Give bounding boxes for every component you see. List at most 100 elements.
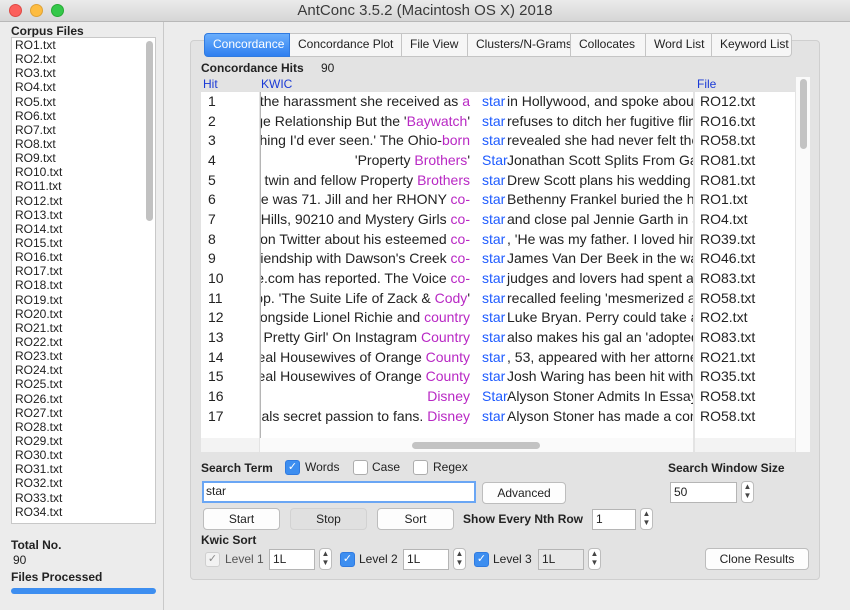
corpus-file-item[interactable]: RO31.txt — [12, 462, 155, 476]
hit-number-cell[interactable]: 16 — [201, 387, 259, 407]
file-cell[interactable]: RO12.txt — [695, 92, 795, 112]
hit-number-cell[interactable]: 7 — [201, 210, 259, 230]
file-cell[interactable]: RO35.txt — [695, 367, 795, 387]
hit-number-cell[interactable]: 9 — [201, 249, 259, 269]
file-column-header[interactable]: File — [697, 77, 716, 91]
corpus-file-item[interactable]: RO19.txt — [12, 293, 155, 307]
kwic-row[interactable]: . He was 71. Jill and her RHONY co-star … — [261, 190, 693, 210]
file-cell[interactable]: RO2.txt — [695, 308, 795, 328]
hit-number-cell[interactable]: 17 — [201, 407, 259, 427]
corpus-file-item[interactable]: RO13.txt — [12, 208, 155, 222]
hit-number-cell[interactable]: 3 — [201, 131, 259, 151]
corpus-file-item[interactable]: RO5.txt — [12, 95, 155, 109]
hit-number-cell[interactable]: 6 — [201, 190, 259, 210]
tab-keyword-list[interactable]: Keyword List — [712, 33, 792, 57]
kwic-scroll-thumb[interactable] — [412, 442, 540, 449]
window-size-stepper[interactable]: ▲ ▼ — [741, 481, 754, 503]
file-cell[interactable]: RO83.txt — [695, 269, 795, 289]
corpus-file-item[interactable]: RO6.txt — [12, 109, 155, 123]
corpus-file-item[interactable]: RO14.txt — [12, 222, 155, 236]
kwic-node-word[interactable]: star — [482, 367, 505, 387]
kwic-row[interactable]: e Real Housewives of Orange County star, … — [261, 348, 693, 368]
corpus-file-item[interactable]: RO24.txt — [12, 363, 155, 377]
tab-file-view[interactable]: File View — [402, 33, 468, 57]
kwic-node-word[interactable]: star — [482, 407, 505, 427]
corpus-file-item[interactable]: RO28.txt — [12, 420, 155, 434]
corpus-file-item[interactable]: RO8.txt — [12, 137, 155, 151]
tab-collocates[interactable]: Collocates — [571, 33, 646, 57]
hit-number-cell[interactable]: 5 — [201, 171, 259, 191]
corpus-file-item[interactable]: RO12.txt — [12, 194, 155, 208]
corpus-file-item[interactable]: RO16.txt — [12, 250, 155, 264]
hit-number-cell[interactable]: 1 — [201, 92, 259, 112]
corpus-file-item[interactable]: RO30.txt — [12, 448, 155, 462]
file-cell[interactable]: RO58.txt — [695, 131, 795, 151]
results-vertical-scrollbar[interactable] — [796, 77, 810, 452]
kwic-row[interactable]: Disney Star Alyson Stoner Admits In Essay… — [261, 387, 693, 407]
corpus-file-item[interactable]: RO29.txt — [12, 434, 155, 448]
kwic-node-word[interactable]: star — [482, 131, 505, 151]
minimize-window-button[interactable] — [30, 4, 43, 17]
kwic-column-header[interactable]: KWIC — [261, 77, 292, 91]
hit-column-header[interactable]: Hit — [203, 77, 218, 91]
kwic-node-word[interactable]: star — [482, 289, 505, 309]
file-cell[interactable]: RO21.txt — [695, 348, 795, 368]
corpus-file-item[interactable]: RO34.txt — [12, 505, 155, 519]
kwic-node-word[interactable]: star — [482, 210, 505, 230]
corpus-file-item[interactable]: RO10.txt — [12, 165, 155, 179]
case-checkbox[interactable] — [353, 460, 368, 475]
hit-number-cell[interactable]: 14 — [201, 348, 259, 368]
level2-stepper[interactable]: ▲ ▼ — [453, 548, 466, 570]
kwic-row[interactable]: alongside Lionel Richie and country star … — [261, 308, 693, 328]
hit-number-column[interactable]: 1 2 3 4 5 6 7 8 9 10 11 12 13 14 15 16 17 — [201, 92, 259, 438]
corpus-file-item[interactable]: RO17.txt — [12, 264, 155, 278]
kwic-node-word[interactable]: star — [482, 92, 505, 112]
level1-stepper[interactable]: ▲ ▼ — [319, 548, 332, 570]
file-cell[interactable]: RO58.txt — [695, 387, 795, 407]
kwic-row[interactable]: e Real Housewives of Orange County star J… — [261, 367, 693, 387]
corpus-file-item[interactable]: RO15.txt — [12, 236, 155, 250]
corpus-file-item[interactable]: RO33.txt — [12, 491, 155, 505]
corpus-file-item[interactable]: RO26.txt — [12, 392, 155, 406]
corpus-file-item[interactable]: RO9.txt — [12, 151, 155, 165]
corpus-file-item[interactable]: RO27.txt — [12, 406, 155, 420]
file-cell[interactable]: RO1.txt — [695, 190, 795, 210]
corpus-file-item[interactable]: RO4.txt — [12, 80, 155, 94]
kwic-horizontal-scrollbar[interactable] — [260, 438, 693, 452]
kwic-node-word[interactable]: star — [482, 249, 505, 269]
file-cell[interactable]: RO39.txt — [695, 230, 795, 250]
level3-checkbox[interactable]: ✓ — [474, 552, 489, 567]
file-cell[interactable]: RO4.txt — [695, 210, 795, 230]
tab-word-list[interactable]: Word List — [646, 33, 712, 57]
sort-button[interactable]: Sort — [377, 508, 454, 530]
tab-concordance[interactable]: Concordance — [204, 33, 290, 57]
file-column[interactable]: RO12.txt RO16.txt RO58.txt RO81.txt RO81.txt… — [695, 92, 795, 438]
kwic-node-word[interactable]: star — [482, 112, 505, 132]
nth-row-input[interactable]: 1 — [592, 509, 636, 530]
hit-number-cell[interactable]: 2 — [201, 112, 259, 132]
regex-checkbox[interactable] — [413, 460, 428, 475]
corpus-file-item[interactable]: RO11.txt — [12, 179, 155, 193]
file-cell[interactable]: RO81.txt — [695, 171, 795, 191]
nth-row-stepper[interactable]: ▲ ▼ — [640, 508, 653, 530]
level1-input[interactable]: 1L — [269, 549, 315, 570]
kwic-column[interactable]: ut the harassment she received as a star … — [260, 92, 693, 438]
close-window-button[interactable] — [9, 4, 22, 17]
hit-number-cell[interactable]: 13 — [201, 328, 259, 348]
hit-number-cell[interactable]: 4 — [201, 151, 259, 171]
kwic-row[interactable]: ly on Twitter about his esteemed co-star… — [261, 230, 693, 250]
corpus-file-item[interactable]: RO32.txt — [12, 476, 155, 490]
zoom-window-button[interactable] — [51, 4, 64, 17]
tab-concordance-plot[interactable]: Concordance Plot — [290, 33, 402, 57]
search-term-input[interactable]: star — [202, 481, 476, 503]
kwic-node-word[interactable]: star — [482, 171, 505, 191]
file-cell[interactable]: RO81.txt — [695, 151, 795, 171]
kwic-row[interactable]: eveals secret passion to fans. Disney sta… — [261, 407, 693, 427]
kwic-node-word[interactable]: Star — [482, 151, 508, 171]
kwic-row[interactable]: ut the harassment she received as a star … — [261, 92, 693, 112]
results-scroll-thumb[interactable] — [800, 79, 807, 149]
corpus-file-item[interactable]: RO25.txt — [12, 377, 155, 391]
corpus-file-item[interactable]: RO20.txt — [12, 307, 155, 321]
kwic-node-word[interactable]: star — [482, 230, 505, 250]
corpus-file-item[interactable]: RO22.txt — [12, 335, 155, 349]
